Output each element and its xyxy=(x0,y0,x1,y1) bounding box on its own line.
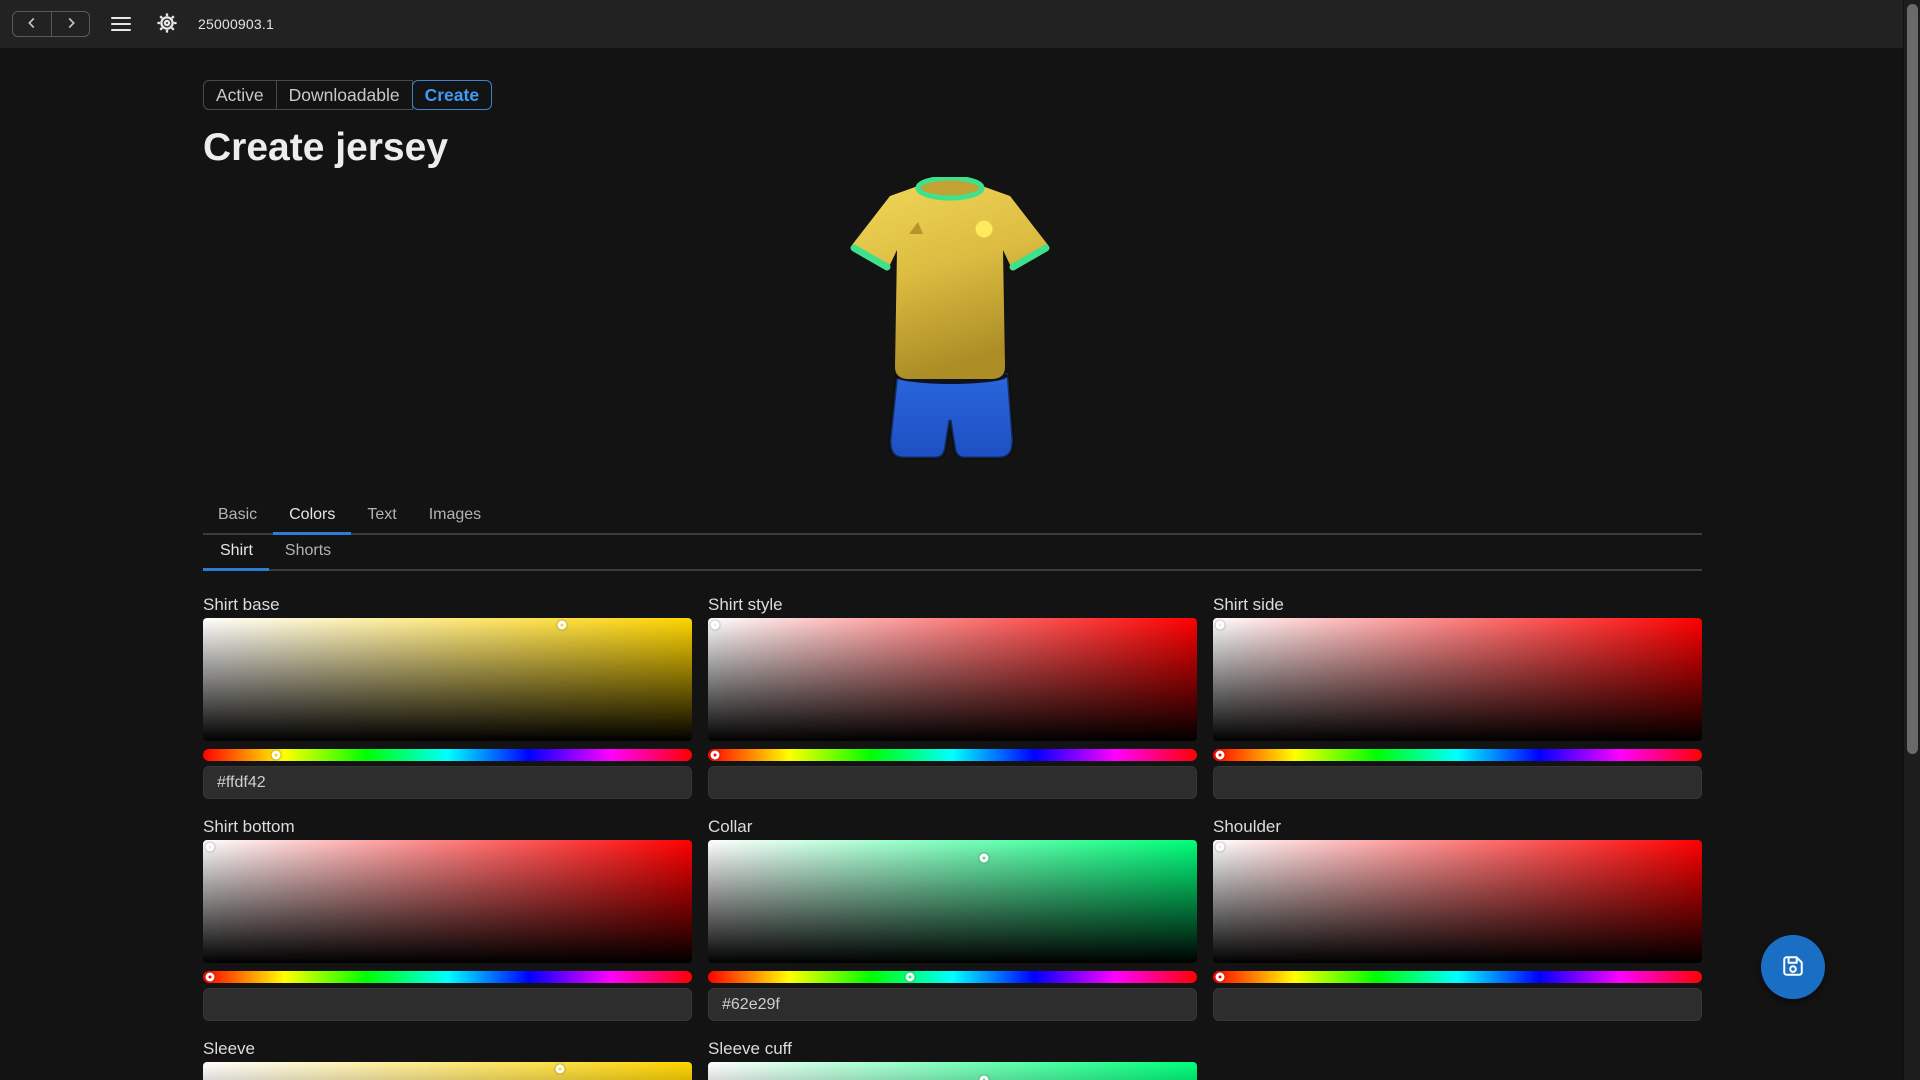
tab-colors[interactable]: Colors xyxy=(273,506,351,535)
picker-sleeve: Sleeve xyxy=(203,1039,692,1080)
view-switch: ActiveDownloadableCreate xyxy=(203,80,492,110)
hue-slider[interactable] xyxy=(1213,971,1702,983)
hue-slider[interactable] xyxy=(203,971,692,983)
saturation-area[interactable] xyxy=(203,840,692,963)
tab-basic[interactable]: Basic xyxy=(203,506,273,535)
hue-slider[interactable] xyxy=(1213,749,1702,761)
hex-input[interactable] xyxy=(1213,766,1702,799)
picker-grid: Shirt base Shirt style Shirt side Shirt … xyxy=(203,595,1702,1080)
picker-shirt-base: Shirt base xyxy=(203,595,692,799)
saturation-area[interactable] xyxy=(1213,840,1702,963)
version-label: 25000903.1 xyxy=(198,16,274,32)
hex-input[interactable] xyxy=(708,988,1197,1021)
hue-slider[interactable] xyxy=(708,749,1197,761)
jersey-shirt xyxy=(852,186,1048,379)
saturation-area[interactable] xyxy=(203,1062,692,1080)
saturation-cursor[interactable] xyxy=(206,843,215,852)
hex-input[interactable] xyxy=(1213,988,1702,1021)
hue-cursor[interactable] xyxy=(1216,973,1225,982)
saturation-area[interactable] xyxy=(708,1062,1197,1080)
picker-label: Sleeve cuff xyxy=(708,1039,1197,1059)
tab-images[interactable]: Images xyxy=(413,506,497,535)
saturation-cursor[interactable] xyxy=(980,854,989,863)
part-tabs: ShirtShorts xyxy=(203,542,1702,571)
saturation-area[interactable] xyxy=(203,618,692,741)
history-nav xyxy=(12,11,90,37)
hue-slider[interactable] xyxy=(708,971,1197,983)
save-button[interactable] xyxy=(1761,935,1825,999)
picker-label: Shoulder xyxy=(1213,817,1702,837)
back-button[interactable] xyxy=(13,12,51,36)
hamburger-icon xyxy=(111,17,131,32)
hue-cursor[interactable] xyxy=(906,973,915,982)
forward-button[interactable] xyxy=(51,12,89,36)
jersey-image xyxy=(850,177,1050,465)
hex-input[interactable] xyxy=(708,766,1197,799)
picker-shirt-style: Shirt style xyxy=(708,595,1197,799)
topbar: 25000903.1 xyxy=(0,0,1920,48)
picker-shirt-side: Shirt side xyxy=(1213,595,1702,799)
subtab-shorts[interactable]: Shorts xyxy=(269,542,347,571)
menu-button[interactable] xyxy=(106,9,136,39)
saturation-cursor[interactable] xyxy=(1216,621,1225,630)
hue-slider[interactable] xyxy=(203,749,692,761)
save-icon xyxy=(1779,952,1807,983)
saturation-cursor[interactable] xyxy=(1216,843,1225,852)
chevron-left-icon xyxy=(23,14,41,35)
chevron-right-icon xyxy=(62,14,80,35)
picker-collar: Collar xyxy=(708,817,1197,1021)
picker-label: Shirt bottom xyxy=(203,817,692,837)
tab-text[interactable]: Text xyxy=(351,506,412,535)
picker-label: Shirt style xyxy=(708,595,1197,615)
jersey-badge xyxy=(976,221,993,238)
picker-label: Shirt base xyxy=(203,595,692,615)
hex-input[interactable] xyxy=(203,988,692,1021)
saturation-cursor[interactable] xyxy=(980,1076,989,1080)
jersey-collar xyxy=(918,178,982,198)
saturation-area[interactable] xyxy=(1213,618,1702,741)
saturation-area[interactable] xyxy=(708,618,1197,741)
view-tab-downloadable[interactable]: Downloadable xyxy=(277,80,413,110)
scrollbar-thumb[interactable] xyxy=(1907,4,1918,754)
subtab-shirt[interactable]: Shirt xyxy=(203,542,269,571)
hue-cursor[interactable] xyxy=(206,973,215,982)
saturation-area[interactable] xyxy=(708,840,1197,963)
picker-shirt-bottom: Shirt bottom xyxy=(203,817,692,1021)
picker-shoulder: Shoulder xyxy=(1213,817,1702,1021)
picker-label: Collar xyxy=(708,817,1197,837)
page-title: Create jersey xyxy=(203,126,448,170)
jersey-preview xyxy=(850,177,1050,465)
hex-input[interactable] xyxy=(203,766,692,799)
saturation-cursor[interactable] xyxy=(711,621,720,630)
scrollbar-track[interactable] xyxy=(1903,0,1920,1080)
picker-label: Sleeve xyxy=(203,1039,692,1059)
gear-icon xyxy=(155,11,179,38)
settings-button[interactable] xyxy=(152,9,182,39)
hue-cursor[interactable] xyxy=(271,751,280,760)
hue-cursor[interactable] xyxy=(1216,751,1225,760)
saturation-cursor[interactable] xyxy=(558,621,567,630)
view-tab-create[interactable]: Create xyxy=(412,80,492,110)
hue-cursor[interactable] xyxy=(711,751,720,760)
picker-sleeve-cuff: Sleeve cuff xyxy=(708,1039,1197,1080)
saturation-cursor[interactable] xyxy=(555,1065,564,1074)
jersey-shorts xyxy=(890,373,1013,458)
picker-label: Shirt side xyxy=(1213,595,1702,615)
view-tab-active[interactable]: Active xyxy=(203,80,277,110)
editor-tabs: BasicColorsTextImages xyxy=(203,506,1702,535)
